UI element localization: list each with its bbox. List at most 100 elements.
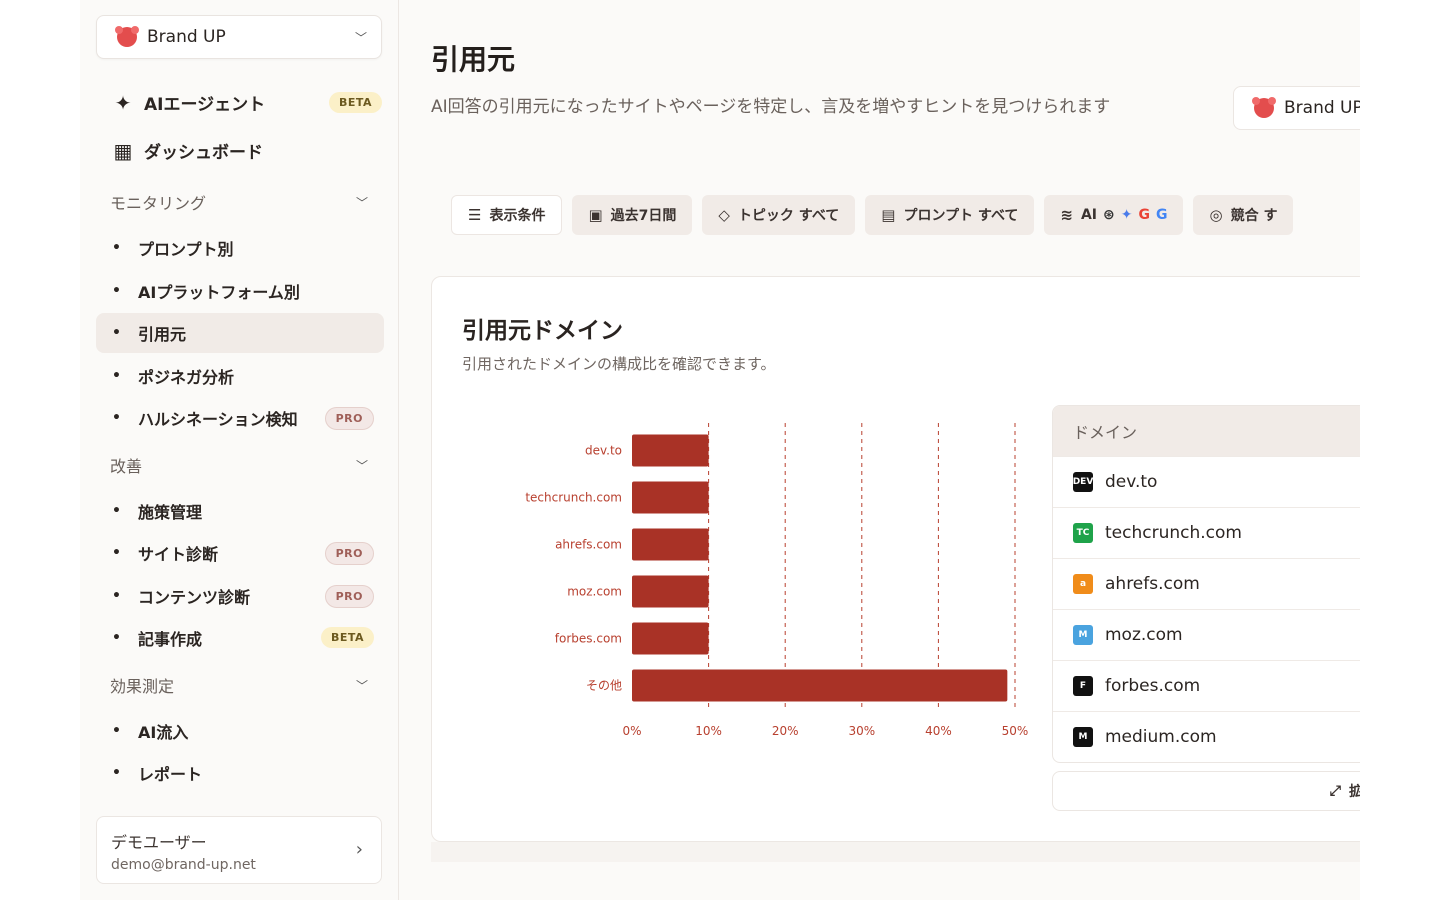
sidebar-item-sentiment[interactable]: • ポジネガ分析 xyxy=(96,356,384,396)
chevron-down-icon: ﹀ xyxy=(354,30,367,45)
pro-badge: PRO xyxy=(324,407,374,430)
expand-button[interactable]: ⤢ 拡大す xyxy=(1052,771,1360,811)
nav-dashboard[interactable]: ▦ ダッシュボード xyxy=(110,138,263,164)
grid-icon: ▦ xyxy=(113,138,133,163)
page-description: AI回答の引用元になったサイトやページを特定し、言及を増やすヒントを見つけられま… xyxy=(431,97,1111,117)
message-icon: ▤ xyxy=(881,206,896,224)
sparkle-icon: ✦ xyxy=(114,90,132,115)
techcrunch-icon: TC xyxy=(1073,523,1093,543)
section-monitoring[interactable]: モニタリング ﹀ xyxy=(110,190,368,214)
table-row[interactable]: Mmedium.com xyxy=(1053,711,1360,762)
chevron-down-icon: ﹀ xyxy=(355,195,368,210)
sidebar-item-by-prompt[interactable]: • プロンプト別 xyxy=(96,228,384,268)
bullet: • xyxy=(112,368,121,384)
domain-name: techcrunch.com xyxy=(1105,523,1242,543)
layers-icon: ≋ xyxy=(1060,206,1073,224)
user-name: デモユーザー xyxy=(111,833,207,852)
display-conditions-button[interactable]: ☰ 表示条件 xyxy=(451,195,563,235)
sidebar-item-article-writing[interactable]: • 記事作成 BETA xyxy=(96,618,384,658)
brand-selector[interactable]: Brand UP ﹀ xyxy=(96,15,382,59)
x-tick-label: 30% xyxy=(848,724,875,737)
bar-1[interactable] xyxy=(632,481,709,514)
y-tick-label: forbes.com xyxy=(555,632,622,646)
table-row[interactable]: Mmoz.com xyxy=(1053,609,1360,660)
chip-label: プロンプト すべて xyxy=(903,208,1019,224)
y-tick-label: techcrunch.com xyxy=(525,491,622,505)
sidebar-item-ai-traffic[interactable]: • AI流入 xyxy=(96,711,384,751)
target-icon: ◎ xyxy=(1209,206,1223,224)
x-tick-label: 10% xyxy=(695,724,722,737)
chip-label: 競合 す xyxy=(1230,208,1278,224)
brand-button-label: Brand UP xyxy=(1284,98,1360,118)
sidebar-item-label: プロンプト別 xyxy=(138,240,234,259)
brand-button[interactable]: Brand UP xyxy=(1233,86,1360,130)
period-filter[interactable]: ▣ 過去7日間 xyxy=(572,195,693,235)
section-measurement[interactable]: 効果測定 ﹀ xyxy=(110,673,368,697)
sidebar-item-label: AIプラットフォーム別 xyxy=(138,283,300,302)
chip-label: 過去7日間 xyxy=(610,208,677,224)
expand-label: 拡大す xyxy=(1349,784,1360,800)
table-row[interactable]: DEV dev.to xyxy=(1053,456,1360,507)
y-tick-label: その他 xyxy=(586,679,622,693)
domain-name: forbes.com xyxy=(1105,676,1201,696)
bullet: • xyxy=(112,283,121,299)
sidebar-item-label: 施策管理 xyxy=(138,503,203,522)
next-card-edge xyxy=(431,842,1360,862)
y-tick-label: moz.com xyxy=(567,585,622,599)
domain-table: ドメイン DEV dev.to TC techcrunch.com a ahrefs.co… xyxy=(1052,405,1360,763)
moz-icon: M xyxy=(1073,625,1093,645)
calendar-icon: ▣ xyxy=(588,206,603,224)
user-email: demo@brand-up.net xyxy=(111,857,256,873)
table-row[interactable]: Fforbes.com xyxy=(1053,660,1360,711)
table-header: ドメイン xyxy=(1053,406,1360,456)
bullet: • xyxy=(112,240,121,256)
table-row[interactable]: TC techcrunch.com xyxy=(1053,507,1360,558)
bar-5[interactable] xyxy=(632,669,1008,702)
competitor-filter[interactable]: ◎ 競合 す xyxy=(1193,195,1294,235)
card-title: 引用元ドメイン xyxy=(462,318,623,344)
bar-3[interactable] xyxy=(632,575,709,608)
table-row[interactable]: a ahrefs.com xyxy=(1053,558,1360,609)
ahrefs-icon: a xyxy=(1073,574,1093,594)
sidebar: Brand UP ﹀ ✦ AIエージェント BETA ▦ ダッシュボード モニタ… xyxy=(80,0,399,900)
forbes-icon: F xyxy=(1073,676,1093,696)
sidebar-item-by-platform[interactable]: • AIプラットフォーム別 xyxy=(96,271,384,311)
chatgpt-icon: ⊛ xyxy=(1103,207,1115,223)
sidebar-item-content-audit[interactable]: • コンテンツ診断 PRO xyxy=(96,576,384,616)
beta-badge: BETA xyxy=(328,92,382,113)
pro-badge: PRO xyxy=(324,585,374,608)
bullet: • xyxy=(112,630,121,646)
citation-domains-card: 引用元ドメイン 引用されたドメインの構成比を確認できます。 0% 10% 20% 30… xyxy=(431,276,1360,842)
brand-name: Brand UP xyxy=(147,27,226,47)
bar-4[interactable] xyxy=(632,622,709,655)
topic-filter[interactable]: ◇ トピック すべて xyxy=(702,195,856,235)
user-menu[interactable]: デモユーザー demo@brand-up.net › xyxy=(96,816,382,884)
sidebar-item-hallucination[interactable]: • ハルシネーション検知 PRO xyxy=(96,398,384,438)
app-frame: Brand UP ﹀ ✦ AIエージェント BETA ▦ ダッシュボード モニタ… xyxy=(80,0,1360,900)
ai-platform-filter[interactable]: ≋ AI ⊛ ✦ G G xyxy=(1044,195,1184,235)
section-measurement-label: 効果測定 xyxy=(110,677,175,696)
sidebar-item-report[interactable]: • レポート xyxy=(96,753,384,793)
sidebar-item-label: ハルシネーション検知 xyxy=(138,410,298,429)
page-title: 引用元 xyxy=(431,43,516,76)
sidebar-item-citations[interactable]: • 引用元 xyxy=(96,313,384,353)
sidebar-item-label: 記事作成 xyxy=(138,630,203,649)
main-content: 引用元 AI回答の引用元になったサイトやページを特定し、言及を増やすヒントを見つ… xyxy=(399,0,1360,900)
section-improvement[interactable]: 改善 ﹀ xyxy=(110,453,368,477)
sliders-icon: ☰ xyxy=(468,206,482,224)
section-improvement-label: 改善 xyxy=(110,457,143,476)
sidebar-item-label: レポート xyxy=(138,765,203,784)
medium-icon: M xyxy=(1073,727,1093,747)
bullet: • xyxy=(112,723,121,739)
bar-0[interactable] xyxy=(632,434,709,467)
sidebar-item-site-audit[interactable]: • サイト診断 PRO xyxy=(96,533,384,573)
google-icon: G xyxy=(1138,207,1150,223)
nav-ai-agent[interactable]: ✦ AIエージェント xyxy=(110,90,266,116)
sidebar-item-measures[interactable]: • 施策管理 xyxy=(96,491,384,531)
bar-2[interactable] xyxy=(632,528,709,561)
pro-badge: PRO xyxy=(324,542,374,565)
prompt-filter[interactable]: ▤ プロンプト すべて xyxy=(865,195,1035,235)
sidebar-item-label: コンテンツ診断 xyxy=(138,588,251,607)
nav-dashboard-label: ダッシュボード xyxy=(144,143,263,163)
brand-logo-icon xyxy=(115,26,139,47)
